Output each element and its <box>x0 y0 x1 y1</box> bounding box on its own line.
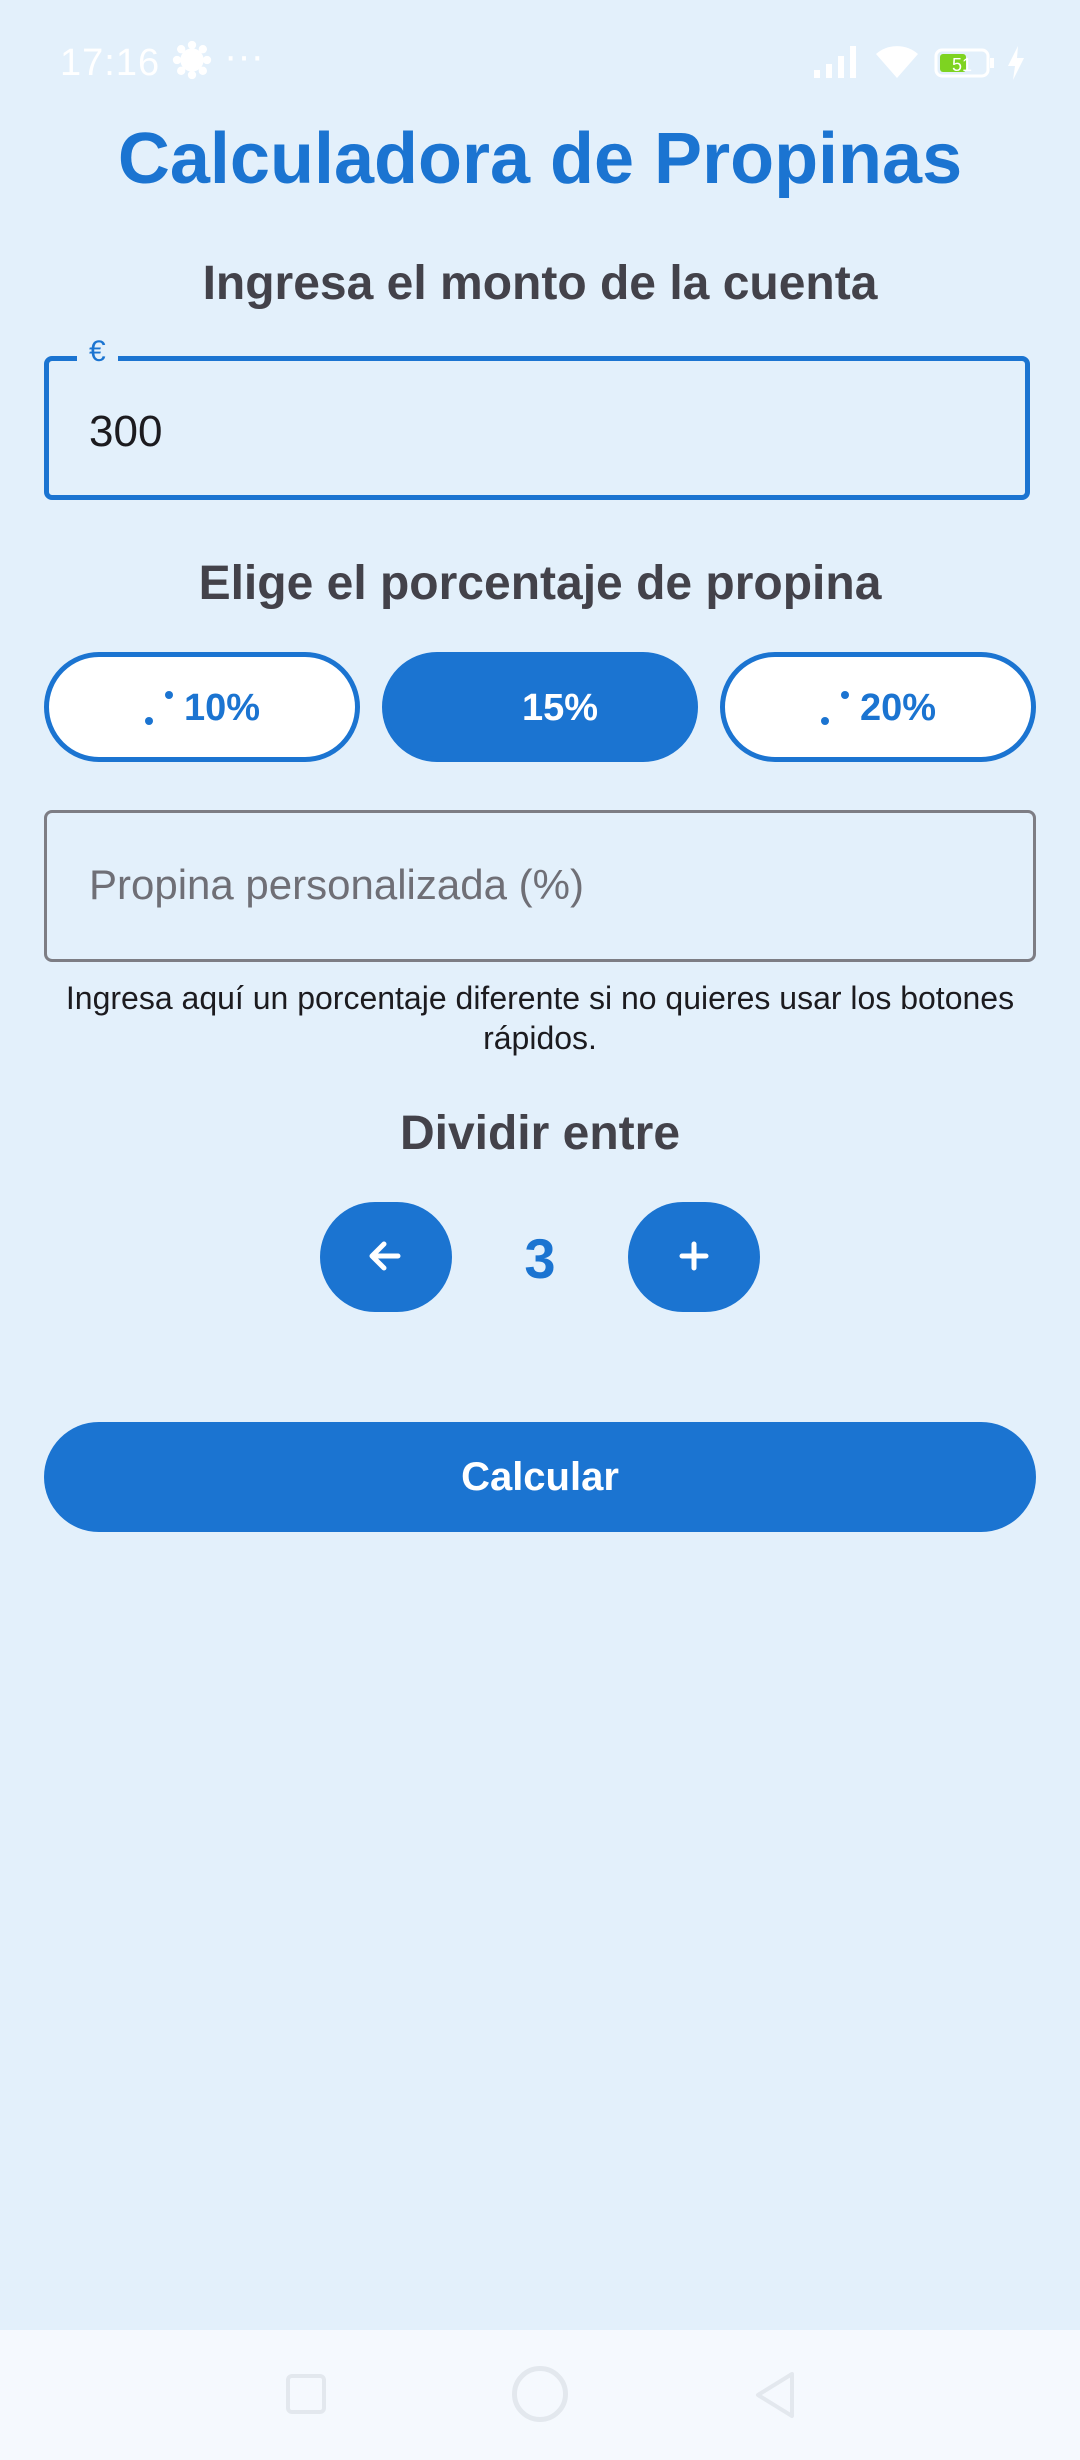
gear-icon <box>172 40 212 80</box>
custom-tip-input[interactable]: Propina personalizada (%) <box>44 810 1036 962</box>
battery-icon: 51 <box>934 48 994 78</box>
decrease-button[interactable] <box>320 1202 452 1312</box>
status-more: ··· <box>224 34 264 78</box>
split-heading: Dividir entre <box>399 1107 681 1160</box>
tip-heading: Elige el porcentaje de propina <box>198 557 882 610</box>
home-icon[interactable] <box>512 2366 568 2422</box>
increase-button[interactable] <box>628 1202 760 1312</box>
tip-option-label: 20% <box>859 687 937 729</box>
amount-input[interactable]: € 300 <box>44 335 1030 500</box>
navigation-bar <box>0 2330 1080 2460</box>
wifi-icon <box>876 46 918 78</box>
recent-apps-icon[interactable] <box>286 2374 326 2414</box>
tip-option-label: 10% <box>183 687 261 729</box>
custom-tip-placeholder: Propina personalizada (%) <box>89 861 584 908</box>
tip-option-label: 15% <box>521 687 599 729</box>
charging-icon <box>1008 46 1024 80</box>
status-bar: 17:16 ··· 51 <box>0 0 1080 128</box>
status-time: 17:16 <box>60 42 161 84</box>
plus-icon <box>679 1241 709 1271</box>
tip-option-10[interactable]: 10% <box>44 652 360 762</box>
currency-label: € <box>77 335 118 369</box>
amount-heading: Ingresa el monto de la cuenta <box>202 257 878 310</box>
calculate-button[interactable]: Calcular <box>44 1422 1036 1532</box>
split-count: 3 <box>524 1227 556 1290</box>
back-icon[interactable] <box>752 2370 798 2420</box>
app-title: Calculadora de Propinas <box>117 119 963 199</box>
tip-option-20[interactable]: 20% <box>720 652 1036 762</box>
arrow-left-icon <box>369 1241 401 1271</box>
custom-tip-helper: Ingresa aquí un porcentaje diferente si … <box>65 980 1015 1056</box>
battery-level: 51 <box>952 55 972 75</box>
tip-option-15[interactable]: 15% <box>382 652 698 762</box>
amount-value: 300 <box>89 407 163 456</box>
signal-icon <box>814 46 856 78</box>
